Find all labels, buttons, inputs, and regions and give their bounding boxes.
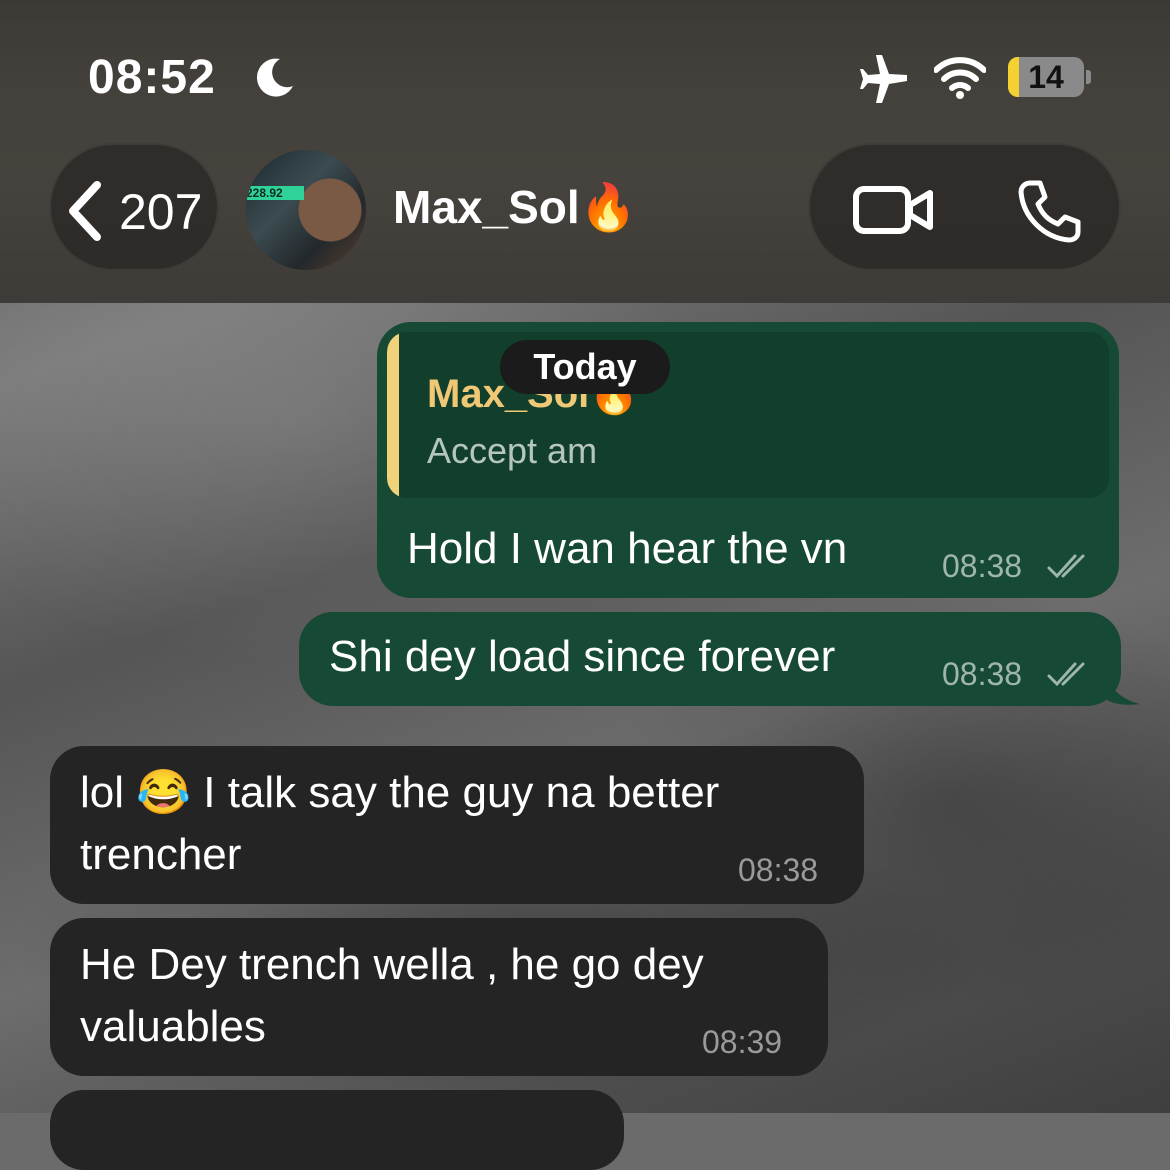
message-text-line: He Dey trench wella , he go dey — [80, 940, 704, 989]
quoted-reply[interactable]: Max_Sol🔥 Accept am — [387, 332, 1109, 498]
moon-icon — [256, 58, 293, 97]
message-time: 08:39 — [702, 1024, 783, 1060]
unread-count: 207 — [119, 184, 203, 240]
call-buttons — [808, 143, 1121, 271]
message-bubble-outgoing[interactable]: Shi dey load since forever 08:38 — [299, 612, 1121, 706]
double-check-icon — [1047, 662, 1085, 687]
avatar-price: 228.92 — [246, 186, 304, 200]
back-button[interactable]: 207 — [49, 143, 219, 271]
battery-tip — [1086, 70, 1091, 84]
message-text: Hold I wan hear the vn — [407, 524, 848, 573]
avatar[interactable]: 228.92 — [246, 150, 366, 270]
message-bubble-outgoing[interactable]: Max_Sol🔥 Accept am Hold I wan hear the v… — [377, 322, 1119, 598]
date-divider: Today — [500, 340, 670, 394]
message-text-line: trencher — [80, 830, 242, 879]
message-time: 08:38 — [942, 548, 1023, 584]
message-time: 08:38 — [738, 852, 819, 888]
double-check-icon — [1047, 554, 1085, 579]
message-text-line: lol 😂 I talk say the guy na better — [80, 768, 720, 817]
message-text: Shi dey load since forever — [329, 632, 836, 681]
message-text-line: valuables — [80, 1002, 266, 1051]
battery-percent: 14 — [1028, 59, 1064, 95]
contact-name[interactable]: Max_Sol🔥 — [393, 180, 637, 235]
reply-text: Accept am — [427, 430, 598, 471]
reply-accent-bar — [387, 332, 399, 498]
message-bubble-incoming[interactable]: lol 😂 I talk say the guy na better trenc… — [50, 746, 864, 904]
status-time: 08:52 — [88, 51, 216, 104]
message-time: 08:38 — [942, 656, 1023, 692]
phone-call-icon[interactable] — [1014, 177, 1084, 245]
wifi-icon — [934, 57, 986, 99]
chat-header: 08:52 14 207 228.92 Max_Sol🔥 — [0, 0, 1170, 303]
message-bubble-incoming[interactable]: He Dey trench wella , he go dey valuable… — [50, 918, 828, 1076]
video-call-icon[interactable] — [852, 183, 934, 237]
battery-icon: 14 — [1008, 57, 1084, 97]
message-bubble-incoming[interactable] — [50, 1090, 624, 1170]
back-chevron-icon — [69, 181, 101, 241]
airplane-icon — [860, 55, 907, 103]
